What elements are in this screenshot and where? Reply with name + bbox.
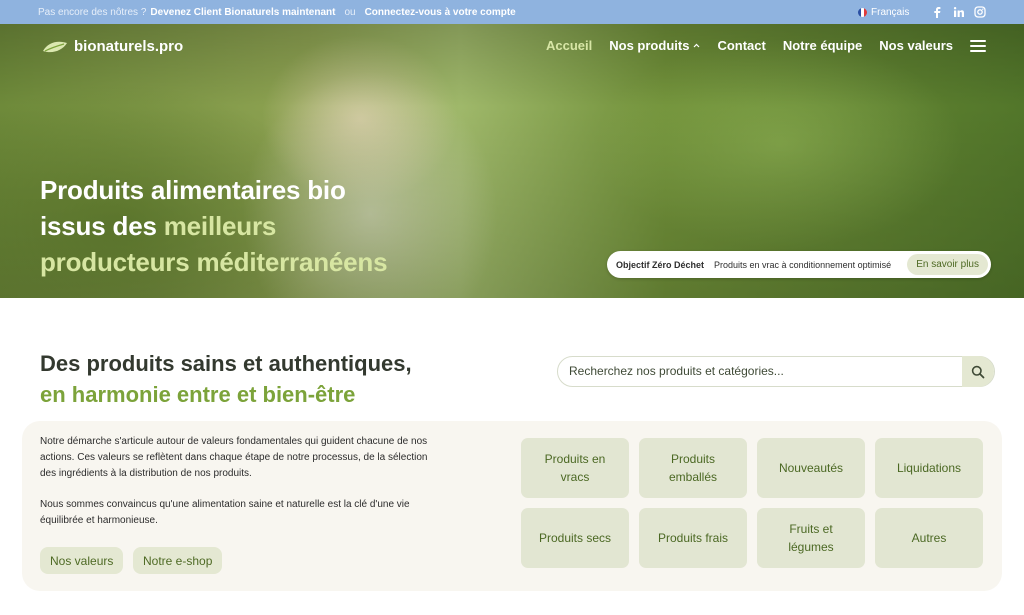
top-bar: Pas encore des nôtres ? Devenez Client B… — [0, 0, 1024, 24]
nav-team[interactable]: Notre équipe — [783, 38, 862, 53]
become-client-link[interactable]: Devenez Client Bionaturels maintenant — [150, 7, 335, 18]
hero-title: Produits alimentaires bio issus des meil… — [40, 172, 388, 280]
category-tile-dry[interactable]: Produits secs — [521, 508, 629, 568]
login-link[interactable]: Connectez-vous à votre compte — [365, 7, 516, 18]
hero-title-line2: issus des meilleurs — [40, 208, 387, 244]
nav-products[interactable]: Nos produits — [609, 38, 700, 53]
category-tile-fruits-vegetables[interactable]: Fruits et légumes — [757, 508, 865, 568]
language-selector[interactable]: Français — [858, 0, 909, 24]
section-title: Des produits sains et authentiques, en h… — [40, 348, 412, 410]
learn-more-button[interactable]: En savoir plus — [907, 254, 988, 275]
hero-banner: bionaturels.pro Accueil Nos produits Con… — [0, 24, 1024, 298]
linkedin-icon[interactable] — [953, 0, 965, 24]
category-tile-packaged[interactable]: Produits emballés — [639, 438, 747, 498]
section-subtitle: en harmonie entre et bien-être — [40, 382, 356, 407]
search-button[interactable] — [962, 356, 994, 387]
leaf-logo-icon — [43, 41, 67, 52]
facebook-icon[interactable] — [932, 0, 942, 24]
values-paragraph-2: Nous sommes convaincus qu'une alimentati… — [40, 499, 410, 526]
search-icon — [971, 365, 985, 378]
nav-products-label: Nos produits — [609, 38, 690, 53]
nav-values[interactable]: Nos valeurs — [879, 38, 953, 53]
category-tile-fresh[interactable]: Produits frais — [639, 508, 747, 568]
values-paragraph-1: Notre démarche s'articule autour de vale… — [40, 436, 428, 479]
category-tile-others[interactable]: Autres — [875, 508, 983, 568]
section-title-line1: Des produits sains et authentiques, — [40, 351, 412, 376]
zero-waste-badge: Objectif Zéro Déchet Produits en vrac à … — [607, 251, 991, 278]
search-bar[interactable]: Recherchez nos produits et catégories... — [557, 356, 995, 387]
eshop-button[interactable]: Notre e-shop — [133, 547, 223, 574]
french-flag-icon — [858, 7, 867, 17]
site-logo[interactable]: bionaturels.pro — [42, 38, 183, 55]
main-nav: Accueil Nos produits Contact Notre équip… — [546, 38, 986, 53]
badge-text: Produits en vrac à conditionnement optim… — [714, 259, 892, 270]
nav-home[interactable]: Accueil — [546, 38, 592, 53]
hero-title-line2-accent: meilleurs — [163, 211, 277, 241]
menu-icon[interactable] — [970, 39, 986, 52]
nav-contact[interactable]: Contact — [717, 38, 765, 53]
hero-title-line3: producteurs méditerranéens — [40, 247, 388, 277]
our-values-button[interactable]: Nos valeurs — [40, 547, 124, 574]
hero-title-line1: Produits alimentaires bio — [40, 175, 346, 205]
category-tile-new[interactable]: Nouveautés — [757, 438, 865, 498]
category-tile-bulk[interactable]: Produits en vracs — [521, 438, 629, 498]
instagram-icon[interactable] — [974, 0, 986, 24]
language-label: Français — [871, 6, 910, 18]
topbar-or: ou — [344, 6, 356, 18]
chevron-up-icon — [694, 43, 700, 48]
topbar-prompt: Pas encore des nôtres ? — [38, 6, 147, 18]
search-input[interactable]: Recherchez nos produits et catégories... — [569, 357, 784, 386]
hero-title-line2-prefix: issus des — [40, 211, 157, 241]
logo-text: bionaturels.pro — [74, 38, 184, 55]
badge-title: Objectif Zéro Déchet — [616, 259, 705, 270]
category-tile-clearance[interactable]: Liquidations — [875, 438, 983, 498]
